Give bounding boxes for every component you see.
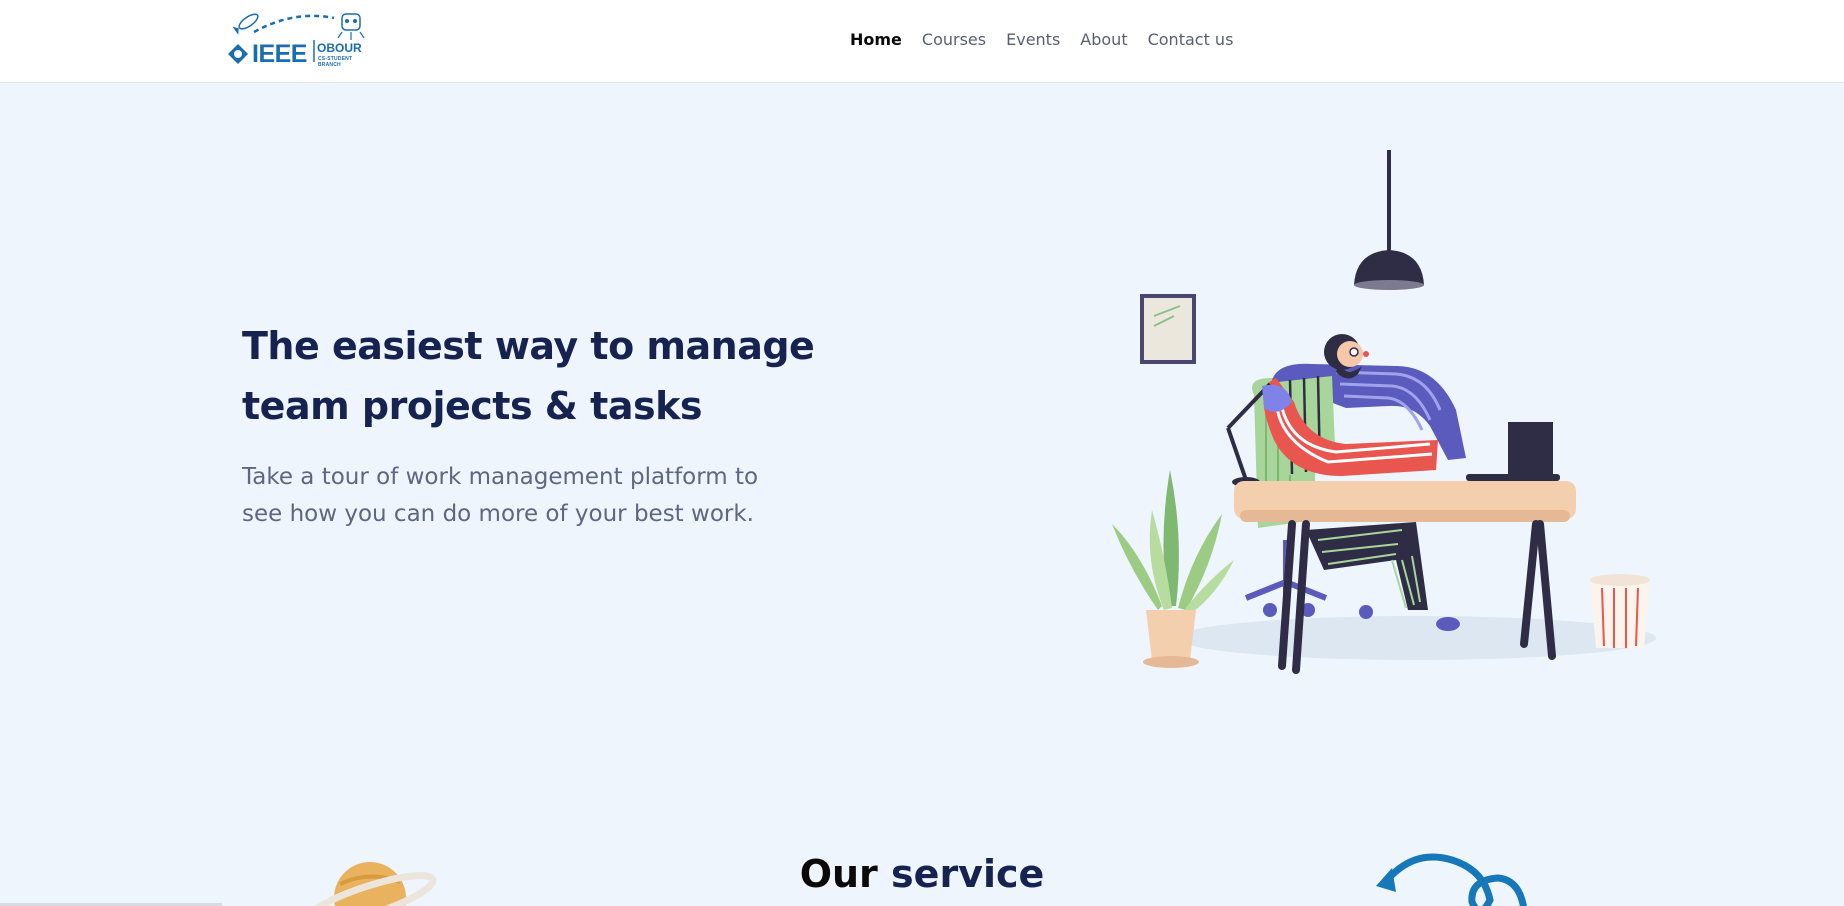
nav-about[interactable]: About (1080, 30, 1127, 49)
site-header: IEEE OBOUR CS-STUDENT BRANCH Home Course… (0, 0, 1844, 83)
hero-title-line-1: The easiest way to manage (242, 324, 815, 368)
logo-subtitle-small: CS-STUDENT BRANCH (318, 56, 353, 68)
hero-subtitle: Take a tour of work management platform … (242, 459, 842, 533)
nav-courses[interactable]: Courses (922, 30, 986, 49)
services-title: Our service (0, 852, 1844, 896)
services-title-dark: Our (799, 852, 878, 896)
main-nav: Home Courses Events About Contact us (850, 30, 1233, 49)
services-title-accent: service (891, 852, 1045, 896)
hero-title: The easiest way to manage team projects … (242, 316, 882, 436)
hero-subtitle-line-1: Take a tour of work management platform … (242, 464, 759, 490)
nav-contact[interactable]: Contact us (1148, 30, 1234, 49)
brand-logo[interactable]: IEEE OBOUR CS-STUDENT BRANCH (224, 10, 376, 68)
nav-events[interactable]: Events (1006, 30, 1060, 49)
nav-home[interactable]: Home (850, 30, 902, 49)
logo-subtitle: OBOUR (317, 41, 362, 55)
hero-subtitle-line-2: see how you can do more of your best wor… (242, 501, 754, 527)
desk-worker-illustration (1112, 150, 1656, 674)
arrow-swirl-icon (1376, 853, 1527, 906)
hero-title-line-2: team projects & tasks (242, 384, 702, 428)
logo-wordmark: IEEE (252, 40, 307, 68)
